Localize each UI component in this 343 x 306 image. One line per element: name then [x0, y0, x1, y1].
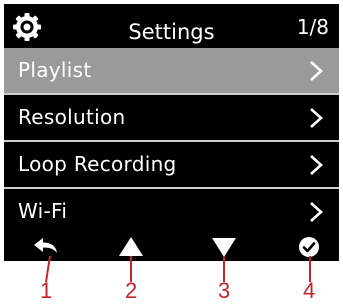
callout-lines: [45, 255, 311, 283]
callout-number-2: 2: [125, 278, 138, 303]
callout-number-1: 1: [40, 278, 53, 303]
callout-number-4: 4: [303, 278, 316, 303]
callout-number-3: 3: [218, 278, 231, 303]
